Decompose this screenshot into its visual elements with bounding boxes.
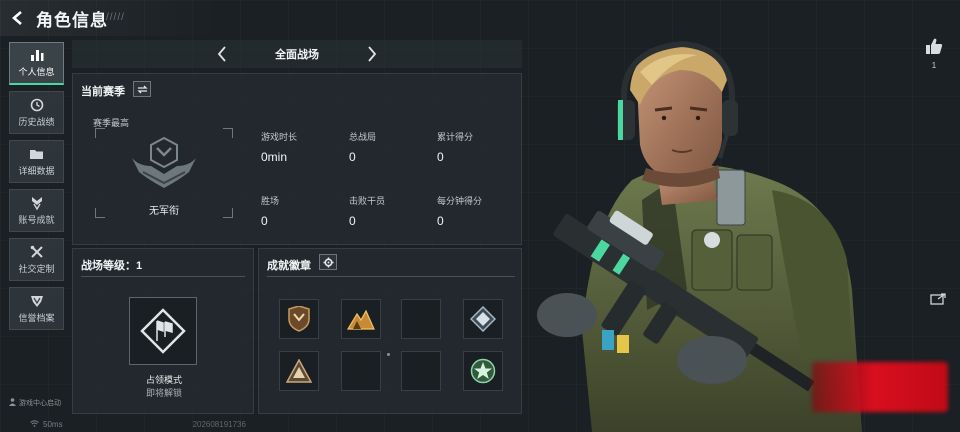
stat-total-matches: 总战局 0 [349, 130, 437, 164]
sidebar-item-label: 历史战绩 [18, 116, 55, 127]
stat-label: 每分钟得分 [437, 196, 483, 206]
badge-slot-5[interactable] [279, 351, 319, 391]
sidebar-item-achievements[interactable]: 账号成就 [9, 189, 64, 232]
badges-title: 成就徽章 [267, 260, 311, 272]
star-round-badge-icon [470, 358, 496, 384]
mode-switcher: 全面战场 [72, 40, 522, 68]
stat-score-per-minute: 每分钟得分 0 [437, 194, 511, 228]
sidebar-item-label: 个人信息 [18, 67, 55, 77]
stat-total-score: 累计得分 0 [437, 130, 511, 164]
battlefield-level-panel: 战场等级：1 占领模式 即将解锁 [72, 248, 254, 414]
sidebar: 个人信息 历史战绩 详细数据 账号成就 社交定制 信誉档案 [9, 42, 65, 336]
share-icon[interactable] [930, 292, 946, 305]
bar-chart-icon [29, 48, 45, 62]
stat-value: 0 [437, 150, 444, 164]
header-bar: 角色信息 ///// [0, 0, 220, 36]
header-decoration: ///// [106, 12, 125, 23]
stat-label: 总战局 [349, 132, 377, 142]
diamond-badge-icon [470, 306, 496, 332]
operator-character-image [537, 40, 862, 432]
gear-icon [323, 257, 333, 267]
sidebar-item-label: 社交定制 [18, 263, 55, 274]
status-bar: 50ms 202608191736 [30, 420, 246, 429]
wifi-icon [30, 420, 39, 429]
history-icon [29, 98, 45, 112]
stat-wins: 胜场 0 [261, 194, 349, 228]
stat-value: 0min [261, 150, 288, 164]
like-count: 1 [931, 61, 937, 70]
page-title: 角色信息 [36, 10, 108, 30]
sidebar-item-history[interactable]: 历史战绩 [9, 91, 64, 134]
rank-display: 无军衔 [95, 128, 233, 218]
sidebar-item-label: 详细数据 [18, 165, 55, 176]
medal-icon [29, 196, 45, 210]
stat-value: 0 [437, 214, 444, 228]
stat-value: 0 [349, 214, 356, 228]
tools-icon [29, 245, 45, 259]
person-icon [9, 398, 16, 408]
season-panel: 当前赛季 赛季最高 无军衔 游戏时长 0min 总战局 0 累计得分 0 胜场 … [72, 73, 522, 245]
sidebar-item-label: 信誉档案 [18, 312, 55, 323]
ping-value: 50ms [43, 420, 63, 429]
mountain-badge-icon [347, 309, 375, 330]
stat-value: 0 [349, 150, 356, 164]
badge-settings-button[interactable] [319, 254, 337, 270]
stat-label: 游戏时长 [261, 132, 298, 142]
badge-slot-7[interactable] [401, 351, 441, 391]
folder-icon [29, 147, 45, 161]
game-center-label: 游戏中心启动 [19, 400, 61, 407]
season-stats: 游戏时长 0min 总战局 0 累计得分 0 胜场 0 击败干员 0 每分钟得分… [261, 130, 511, 228]
mode-status: 即将解锁 [145, 388, 182, 398]
badge-slot-6[interactable] [341, 351, 381, 391]
stat-label: 累计得分 [437, 132, 474, 142]
triangle-badge-icon [286, 359, 312, 383]
sidebar-item-label: 账号成就 [18, 214, 55, 225]
like-button[interactable]: 1 [920, 38, 948, 70]
stat-operators-defeated: 击败干员 0 [349, 194, 437, 228]
chevron-left-icon[interactable] [212, 44, 232, 64]
page-indicator-dot [387, 353, 390, 356]
stat-label: 击败干员 [349, 196, 386, 206]
rank-emblem-icon [132, 136, 196, 188]
mode-emblem[interactable] [129, 297, 197, 365]
swap-icon [136, 85, 148, 93]
chevron-right-icon[interactable] [362, 44, 382, 64]
achievement-badges-panel: 成就徽章 [258, 248, 522, 414]
sidebar-item-social-custom[interactable]: 社交定制 [9, 238, 64, 281]
mode-title: 全面战场 [275, 49, 319, 61]
shield-icon [29, 294, 45, 308]
season-title: 当前赛季 [81, 86, 125, 98]
season-switch-button[interactable] [133, 81, 151, 97]
badge-slot-4[interactable] [463, 299, 503, 339]
badge-slot-8[interactable] [463, 351, 503, 391]
game-center-link[interactable]: 游戏中心启动 [9, 398, 61, 408]
badge-slot-2[interactable] [341, 299, 381, 339]
stat-value: 0 [261, 214, 268, 228]
badge-slot-3[interactable] [401, 299, 441, 339]
rank-name: 无军衔 [149, 206, 179, 217]
thumbs-up-icon [926, 38, 943, 54]
network-status: 50ms [30, 420, 63, 429]
sidebar-item-personal-info[interactable]: 个人信息 [9, 42, 64, 85]
flag-diamond-icon [140, 308, 186, 354]
stat-label: 胜场 [261, 196, 280, 206]
red-action-button[interactable] [812, 362, 948, 412]
player-uid: 202608191736 [192, 420, 246, 429]
sidebar-item-reputation[interactable]: 信誉档案 [9, 287, 64, 330]
level-title: 战场等级：1 [81, 260, 143, 272]
back-arrow-icon[interactable] [10, 10, 26, 26]
badge-slot-1[interactable] [279, 299, 319, 339]
shield-crest-badge-icon [288, 306, 310, 332]
sidebar-item-detailed-data[interactable]: 详细数据 [9, 140, 64, 183]
stat-play-time: 游戏时长 0min [261, 130, 349, 164]
mode-name: 占领模式 [145, 375, 182, 385]
